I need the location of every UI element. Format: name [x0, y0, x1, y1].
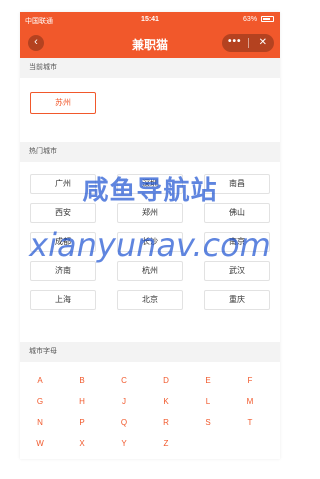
mini-program-capsule: ••• ✕: [222, 34, 274, 52]
close-button[interactable]: ✕: [259, 37, 267, 48]
city-letter-link[interactable]: N: [32, 418, 48, 427]
city-letter-link[interactable]: E: [200, 376, 216, 385]
city-letters-grid: A B C D E F G H J K L M N P Q R S T W X Y Z: [20, 362, 280, 459]
hot-city-button[interactable]: 杭州: [117, 261, 183, 281]
status-right: 63%: [243, 16, 274, 23]
hot-cities-heading: 热门城市: [20, 142, 280, 162]
city-letter-link[interactable]: P: [74, 418, 90, 427]
current-city-section: 苏州: [20, 78, 280, 142]
current-city-heading: 当前城市: [20, 58, 280, 78]
city-letter-link[interactable]: Y: [116, 439, 132, 448]
city-letter-link[interactable]: G: [32, 397, 48, 406]
city-letters-heading: 城市字母: [20, 342, 280, 362]
city-letter-link[interactable]: D: [158, 376, 174, 385]
hot-city-button[interactable]: 重庆: [204, 290, 270, 310]
city-letter-link[interactable]: B: [74, 376, 90, 385]
hot-city-button[interactable]: 北京: [117, 290, 183, 310]
nav-bar: ‹ 兼职猫 ••• ✕: [20, 28, 280, 58]
status-time: 15:41: [141, 16, 159, 23]
hot-city-button[interactable]: 武汉: [204, 261, 270, 281]
capsule-divider: [248, 38, 249, 48]
city-letter-link[interactable]: K: [158, 397, 174, 406]
hot-city-button[interactable]: 上海: [30, 290, 96, 310]
battery-percent: 63%: [243, 16, 258, 23]
city-letter-link[interactable]: J: [116, 397, 132, 406]
city-letter-link[interactable]: X: [74, 439, 90, 448]
current-city-button[interactable]: 苏州: [30, 92, 96, 114]
city-letter-link[interactable]: F: [242, 376, 258, 385]
city-letter-link[interactable]: T: [242, 418, 258, 427]
city-letter-link[interactable]: M: [242, 397, 258, 406]
hot-city-button[interactable]: 济南: [30, 261, 96, 281]
city-letter-link[interactable]: Z: [158, 439, 174, 448]
city-letter-link[interactable]: S: [200, 418, 216, 427]
city-letter-link[interactable]: A: [32, 376, 48, 385]
battery-icon: [261, 16, 274, 22]
city-letter-link[interactable]: C: [116, 376, 132, 385]
city-letter-link[interactable]: L: [200, 397, 216, 406]
watermark-title: 咸鱼导航站: [82, 176, 218, 206]
city-letter-link[interactable]: H: [74, 397, 90, 406]
city-letter-link[interactable]: Q: [116, 418, 132, 427]
city-letter-link[interactable]: R: [158, 418, 174, 427]
status-bar: 中国联通 15:41 63%: [20, 12, 280, 28]
city-letter-link[interactable]: W: [32, 439, 48, 448]
more-menu-button[interactable]: •••: [228, 36, 242, 47]
watermark-url: xianyunav.com: [29, 226, 271, 264]
